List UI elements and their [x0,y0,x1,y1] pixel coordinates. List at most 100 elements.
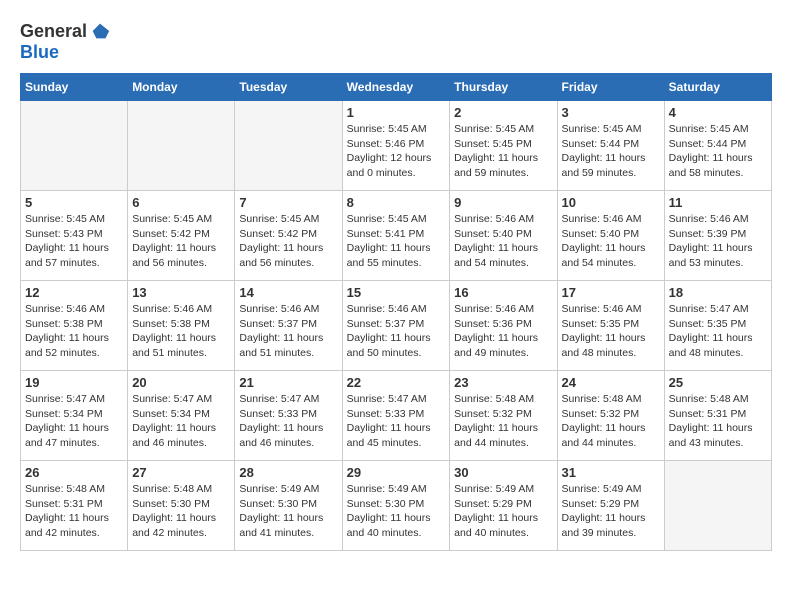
day-info: Sunrise: 5:45 AM Sunset: 5:44 PM Dayligh… [562,122,660,181]
day-info: Sunrise: 5:48 AM Sunset: 5:31 PM Dayligh… [25,482,123,541]
weekday-header-tuesday: Tuesday [235,74,342,101]
day-info: Sunrise: 5:48 AM Sunset: 5:30 PM Dayligh… [132,482,230,541]
day-number: 22 [347,375,446,390]
calendar-cell: 9 Sunrise: 5:46 AM Sunset: 5:40 PM Daylig… [450,191,557,281]
day-number: 23 [454,375,552,390]
day-info: Sunrise: 5:46 AM Sunset: 5:40 PM Dayligh… [454,212,552,271]
day-number: 19 [25,375,123,390]
day-number: 17 [562,285,660,300]
day-info: Sunrise: 5:45 AM Sunset: 5:41 PM Dayligh… [347,212,446,271]
day-number: 29 [347,465,446,480]
calendar-cell: 14 Sunrise: 5:46 AM Sunset: 5:37 PM Dayli… [235,281,342,371]
logo-blue-text: Blue [20,42,59,63]
day-info: Sunrise: 5:48 AM Sunset: 5:31 PM Dayligh… [669,392,767,451]
calendar-cell [21,101,128,191]
calendar-week-4: 19 Sunrise: 5:47 AM Sunset: 5:34 PM Dayli… [21,371,772,461]
day-info: Sunrise: 5:45 AM Sunset: 5:42 PM Dayligh… [132,212,230,271]
calendar-table: SundayMondayTuesdayWednesdayThursdayFrid… [20,73,772,551]
calendar-cell: 3 Sunrise: 5:45 AM Sunset: 5:44 PM Daylig… [557,101,664,191]
day-info: Sunrise: 5:47 AM Sunset: 5:33 PM Dayligh… [347,392,446,451]
calendar-cell: 1 Sunrise: 5:45 AM Sunset: 5:46 PM Daylig… [342,101,450,191]
calendar-cell: 22 Sunrise: 5:47 AM Sunset: 5:33 PM Dayli… [342,371,450,461]
day-number: 15 [347,285,446,300]
day-info: Sunrise: 5:48 AM Sunset: 5:32 PM Dayligh… [454,392,552,451]
day-number: 12 [25,285,123,300]
day-number: 13 [132,285,230,300]
day-number: 31 [562,465,660,480]
day-info: Sunrise: 5:45 AM Sunset: 5:43 PM Dayligh… [25,212,123,271]
day-info: Sunrise: 5:46 AM Sunset: 5:39 PM Dayligh… [669,212,767,271]
day-number: 2 [454,105,552,120]
day-number: 5 [25,195,123,210]
day-info: Sunrise: 5:49 AM Sunset: 5:30 PM Dayligh… [347,482,446,541]
day-number: 7 [239,195,337,210]
day-info: Sunrise: 5:45 AM Sunset: 5:42 PM Dayligh… [239,212,337,271]
weekday-header-thursday: Thursday [450,74,557,101]
calendar-cell: 10 Sunrise: 5:46 AM Sunset: 5:40 PM Dayli… [557,191,664,281]
logo-general-text: General [20,21,87,42]
calendar-cell: 27 Sunrise: 5:48 AM Sunset: 5:30 PM Dayli… [128,461,235,551]
calendar-cell: 16Sunrise: 5:46 AM Sunset: 5:36 PM Dayli… [450,281,557,371]
day-number: 25 [669,375,767,390]
calendar-cell: 7 Sunrise: 5:45 AM Sunset: 5:42 PM Daylig… [235,191,342,281]
calendar-cell: 2 Sunrise: 5:45 AM Sunset: 5:45 PM Daylig… [450,101,557,191]
calendar-cell: 23 Sunrise: 5:48 AM Sunset: 5:32 PM Dayli… [450,371,557,461]
day-info: Sunrise: 5:48 AM Sunset: 5:32 PM Dayligh… [562,392,660,451]
day-info: Sunrise: 5:47 AM Sunset: 5:35 PM Dayligh… [669,302,767,361]
day-number: 21 [239,375,337,390]
calendar-cell: 18 Sunrise: 5:47 AM Sunset: 5:35 PM Dayli… [664,281,771,371]
logo-icon [89,20,111,42]
day-number: 1 [347,105,446,120]
calendar-cell: 24 Sunrise: 5:48 AM Sunset: 5:32 PM Dayli… [557,371,664,461]
calendar-body: 1 Sunrise: 5:45 AM Sunset: 5:46 PM Daylig… [21,101,772,551]
day-number: 30 [454,465,552,480]
day-number: 20 [132,375,230,390]
day-number: 8 [347,195,446,210]
day-info: Sunrise: 5:49 AM Sunset: 5:29 PM Dayligh… [562,482,660,541]
calendar-cell: 19 Sunrise: 5:47 AM Sunset: 5:34 PM Dayli… [21,371,128,461]
calendar-cell [128,101,235,191]
day-info: Sunrise: 5:46 AM Sunset: 5:40 PM Dayligh… [562,212,660,271]
weekday-header-sunday: Sunday [21,74,128,101]
calendar-cell: 25 Sunrise: 5:48 AM Sunset: 5:31 PM Dayli… [664,371,771,461]
day-info: Sunrise: 5:47 AM Sunset: 5:34 PM Dayligh… [25,392,123,451]
day-info: Sunrise: 5:47 AM Sunset: 5:34 PM Dayligh… [132,392,230,451]
day-info: Sunrise: 5:46 AM Sunset: 5:38 PM Dayligh… [132,302,230,361]
day-info: Sunrise: 5:49 AM Sunset: 5:30 PM Dayligh… [239,482,337,541]
weekday-header-monday: Monday [128,74,235,101]
day-info: Sunrise: 5:45 AM Sunset: 5:46 PM Dayligh… [347,122,446,181]
weekday-header-friday: Friday [557,74,664,101]
calendar-week-5: 26Sunrise: 5:48 AM Sunset: 5:31 PM Dayli… [21,461,772,551]
calendar-cell: 20 Sunrise: 5:47 AM Sunset: 5:34 PM Dayli… [128,371,235,461]
day-info: Sunrise: 5:46 AM Sunset: 5:35 PM Dayligh… [562,302,660,361]
calendar-cell: 12Sunrise: 5:46 AM Sunset: 5:38 PM Dayli… [21,281,128,371]
day-info: Sunrise: 5:47 AM Sunset: 5:33 PM Dayligh… [239,392,337,451]
calendar-cell [664,461,771,551]
day-number: 4 [669,105,767,120]
calendar-week-3: 12 Sunrise: 5:46 AM Sunset: 5:38 PM Dayli… [21,281,772,371]
weekday-header-saturday: Saturday [664,74,771,101]
calendar-cell: 6Sunrise: 5:45 AM Sunset: 5:42 PM Daylig… [128,191,235,281]
day-number: 18 [669,285,767,300]
day-number: 3 [562,105,660,120]
calendar-header-row: SundayMondayTuesdayWednesdayThursdayFrid… [21,74,772,101]
calendar-cell: 4Sunrise: 5:45 AM Sunset: 5:44 PM Daylig… [664,101,771,191]
calendar-cell: 15 Sunrise: 5:46 AM Sunset: 5:37 PM Dayli… [342,281,450,371]
calendar-cell: 17 Sunrise: 5:46 AM Sunset: 5:35 PM Dayli… [557,281,664,371]
day-number: 10 [562,195,660,210]
day-number: 28 [239,465,337,480]
day-info: Sunrise: 5:46 AM Sunset: 5:37 PM Dayligh… [239,302,337,361]
page-header: General Blue [20,20,772,63]
logo: General Blue [20,20,111,63]
day-info: Sunrise: 5:45 AM Sunset: 5:45 PM Dayligh… [454,122,552,181]
calendar-week-1: 1 Sunrise: 5:45 AM Sunset: 5:46 PM Daylig… [21,101,772,191]
day-number: 27 [132,465,230,480]
calendar-cell: 29 Sunrise: 5:49 AM Sunset: 5:30 PM Dayli… [342,461,450,551]
day-number: 9 [454,195,552,210]
calendar-cell: 31 Sunrise: 5:49 AM Sunset: 5:29 PM Dayli… [557,461,664,551]
weekday-header-wednesday: Wednesday [342,74,450,101]
calendar-cell: 5 Sunrise: 5:45 AM Sunset: 5:43 PM Daylig… [21,191,128,281]
day-number: 24 [562,375,660,390]
day-info: Sunrise: 5:46 AM Sunset: 5:37 PM Dayligh… [347,302,446,361]
day-number: 14 [239,285,337,300]
